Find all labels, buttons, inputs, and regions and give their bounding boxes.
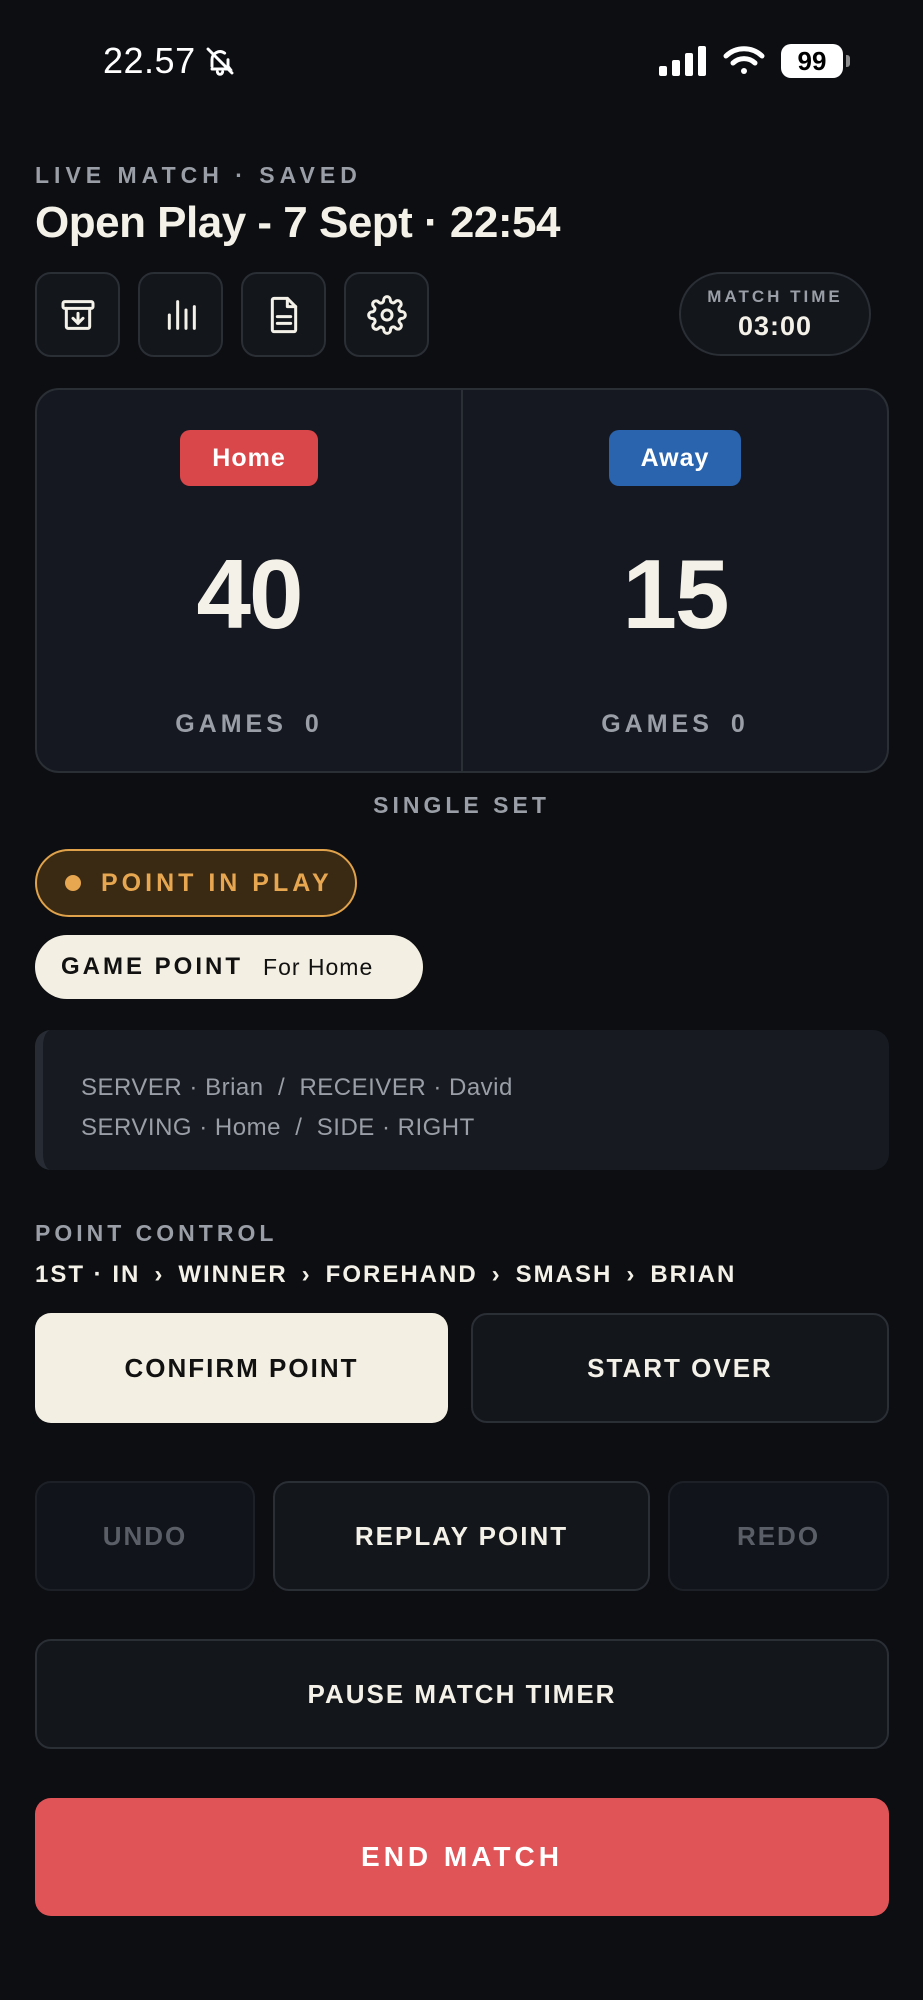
home-points: 40 bbox=[196, 539, 303, 649]
settings-button[interactable] bbox=[344, 272, 429, 357]
match-time-label: MATCH TIME bbox=[707, 286, 843, 306]
match-time-display: MATCH TIME 03:00 bbox=[679, 272, 871, 356]
end-match-button[interactable]: END MATCH bbox=[35, 1798, 889, 1916]
match-status-eyebrow: LIVE MATCH · SAVED bbox=[35, 162, 362, 188]
serving-side-line: SERVING · Home / SIDE · RIGHT bbox=[81, 1114, 475, 1141]
status-bar-time: 22.57 bbox=[103, 40, 236, 82]
game-point-for: For Home bbox=[263, 953, 374, 980]
path-step-shot: SMASH bbox=[515, 1261, 613, 1288]
replay-point-button[interactable]: REPLAY POINT bbox=[273, 1481, 650, 1591]
away-games-label: GAMES bbox=[601, 710, 713, 738]
wifi-icon bbox=[723, 46, 765, 74]
away-games: GAMES 0 bbox=[463, 710, 887, 739]
point-path-breadcrumb: 1ST · IN › WINNER › FOREHAND › SMASH › B… bbox=[35, 1261, 736, 1289]
battery-level: 99 bbox=[797, 45, 827, 76]
stats-button[interactable] bbox=[138, 272, 223, 357]
pause-match-timer-button[interactable]: PAUSE MATCH TIMER bbox=[35, 1639, 889, 1749]
scoreboard: Home 40 GAMES 0 Away 15 GAMES 0 bbox=[35, 388, 889, 773]
point-control-label: POINT CONTROL bbox=[35, 1220, 278, 1246]
server-receiver-line: SERVER · Brian / RECEIVER · David bbox=[81, 1074, 513, 1101]
clock-text: 22.57 bbox=[103, 40, 196, 81]
archive-download-icon bbox=[61, 299, 94, 330]
battery-indicator: 99 bbox=[781, 44, 850, 78]
status-dot-icon bbox=[65, 875, 81, 891]
away-team-badge: Away bbox=[609, 430, 741, 486]
home-team-badge: Home bbox=[180, 430, 318, 486]
path-step-serve: 1ST · IN bbox=[35, 1261, 141, 1288]
path-step-outcome: WINNER bbox=[178, 1261, 288, 1288]
point-status-badge: POINT IN PLAY bbox=[35, 849, 357, 917]
match-time-value: 03:00 bbox=[737, 310, 813, 341]
signal-icon bbox=[659, 46, 706, 76]
point-status-text: POINT IN PLAY bbox=[101, 868, 333, 897]
home-score-panel[interactable]: Home 40 GAMES 0 bbox=[37, 390, 461, 771]
path-step-stroke: FOREHAND bbox=[325, 1261, 478, 1288]
home-games-label: GAMES bbox=[175, 710, 287, 738]
page-title: Open Play - 7 Sept · 22:54 bbox=[35, 198, 560, 247]
server-info-panel: SERVER · Brian / RECEIVER · David SERVIN… bbox=[35, 1030, 889, 1170]
undo-button[interactable]: UNDO bbox=[35, 1481, 255, 1591]
start-over-button[interactable]: START OVER bbox=[471, 1313, 889, 1423]
away-games-value: 0 bbox=[730, 710, 749, 738]
stats-bars-icon bbox=[167, 299, 196, 330]
game-point-badge: GAME POINT For Home bbox=[35, 935, 423, 999]
away-score-panel[interactable]: Away 15 GAMES 0 bbox=[461, 390, 887, 771]
chevron-right-icon: › bbox=[154, 1261, 165, 1288]
game-point-label: GAME POINT bbox=[61, 953, 244, 980]
redo-button[interactable]: REDO bbox=[668, 1481, 889, 1591]
chevron-right-icon: › bbox=[626, 1261, 637, 1288]
gear-icon bbox=[366, 294, 407, 335]
home-games-value: 0 bbox=[304, 710, 323, 738]
chevron-right-icon: › bbox=[491, 1261, 502, 1288]
status-bar-indicators: 99 bbox=[659, 44, 850, 78]
notes-button[interactable] bbox=[241, 272, 326, 357]
chevron-right-icon: › bbox=[301, 1261, 312, 1288]
path-step-player: BRIAN bbox=[650, 1261, 737, 1288]
set-format-label: SINGLE SET bbox=[373, 792, 550, 818]
away-points: 15 bbox=[622, 539, 729, 649]
bell-muted-icon bbox=[206, 47, 234, 76]
home-games: GAMES 0 bbox=[37, 710, 461, 739]
export-button[interactable] bbox=[35, 272, 120, 357]
confirm-point-button[interactable]: CONFIRM POINT bbox=[35, 1313, 448, 1423]
document-icon bbox=[270, 296, 297, 333]
